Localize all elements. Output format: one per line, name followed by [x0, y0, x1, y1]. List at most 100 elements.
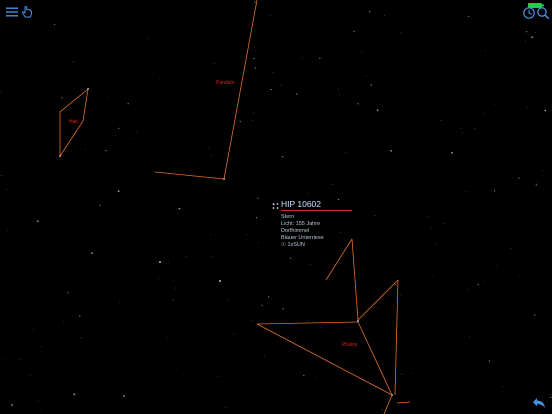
star	[376, 109, 379, 112]
star	[485, 50, 486, 51]
star	[239, 120, 241, 123]
constellation-line	[154, 171, 225, 180]
star	[534, 314, 536, 316]
star	[20, 358, 22, 360]
star	[30, 375, 32, 377]
hand-pointer-icon[interactable]	[20, 5, 34, 19]
constellation-line	[383, 394, 393, 414]
star	[91, 252, 93, 255]
star	[1, 175, 2, 177]
constellation-line	[394, 279, 399, 396]
star	[310, 263, 312, 265]
star	[550, 396, 552, 398]
menu-icon[interactable]	[5, 5, 19, 19]
star	[451, 151, 453, 154]
constellation-label-left: Hak	[69, 119, 78, 125]
star	[483, 113, 484, 115]
star	[290, 257, 292, 259]
constellation-line	[396, 401, 411, 404]
star	[469, 336, 470, 338]
star	[510, 248, 512, 250]
star	[208, 148, 210, 149]
star	[118, 127, 120, 129]
star	[432, 274, 434, 276]
star-name-underline	[281, 210, 352, 211]
star	[369, 10, 371, 13]
star	[159, 78, 161, 80]
star	[474, 127, 476, 129]
star	[374, 215, 376, 217]
target-icon[interactable]	[272, 202, 280, 210]
star	[228, 300, 230, 302]
star	[177, 367, 179, 369]
star	[118, 301, 120, 303]
star	[39, 410, 41, 412]
star	[247, 234, 249, 236]
star	[544, 109, 547, 112]
star	[135, 131, 137, 133]
star	[435, 243, 437, 245]
star	[338, 88, 340, 90]
star	[526, 106, 528, 108]
star	[399, 294, 401, 296]
star	[61, 97, 63, 99]
star	[6, 230, 8, 232]
star	[217, 376, 219, 377]
star	[99, 204, 101, 206]
constellation-line	[351, 238, 359, 321]
constellation-line	[325, 238, 353, 281]
star	[518, 177, 520, 179]
star	[6, 189, 7, 191]
star	[166, 337, 168, 339]
star	[542, 170, 543, 171]
star	[263, 355, 265, 357]
star	[5, 358, 7, 359]
star	[148, 38, 150, 39]
search-icon[interactable]	[536, 6, 550, 20]
star	[255, 217, 257, 219]
bright-star	[159, 261, 161, 263]
constellation-top	[154, 0, 258, 180]
star	[296, 93, 298, 95]
star	[537, 181, 538, 183]
star	[268, 296, 270, 298]
star	[357, 103, 359, 105]
star	[0, 91, 1, 93]
star	[411, 372, 413, 374]
star	[79, 315, 81, 317]
star	[185, 256, 187, 258]
star	[345, 152, 347, 153]
star	[308, 193, 310, 195]
star	[465, 191, 467, 192]
star	[493, 190, 496, 192]
star	[261, 304, 263, 306]
star-magnitude: ☉ 1xSUN	[281, 242, 305, 248]
clock-icon[interactable]	[522, 6, 536, 20]
star	[258, 242, 259, 244]
star	[211, 256, 213, 258]
star	[233, 333, 235, 335]
star	[210, 155, 212, 156]
star	[269, 15, 271, 17]
star	[282, 308, 284, 310]
star	[133, 138, 135, 139]
star	[495, 265, 497, 267]
star	[468, 15, 470, 17]
star-name[interactable]: HIP 10602	[281, 199, 321, 209]
star	[252, 320, 254, 321]
star	[332, 184, 333, 185]
star	[466, 289, 468, 290]
constellation-line	[357, 321, 393, 396]
constellation-label-top: Pandalo	[216, 80, 235, 86]
star	[108, 97, 110, 99]
star	[105, 150, 107, 152]
star	[443, 223, 445, 224]
star-details: Stern Licht: 155 Jahre Dorfhimmel Blauer…	[281, 214, 324, 249]
star	[214, 63, 216, 65]
star	[225, 407, 227, 408]
star	[62, 321, 64, 323]
back-arrow-icon[interactable]	[531, 396, 547, 410]
star	[38, 400, 40, 402]
star	[73, 61, 74, 63]
star	[253, 58, 255, 60]
